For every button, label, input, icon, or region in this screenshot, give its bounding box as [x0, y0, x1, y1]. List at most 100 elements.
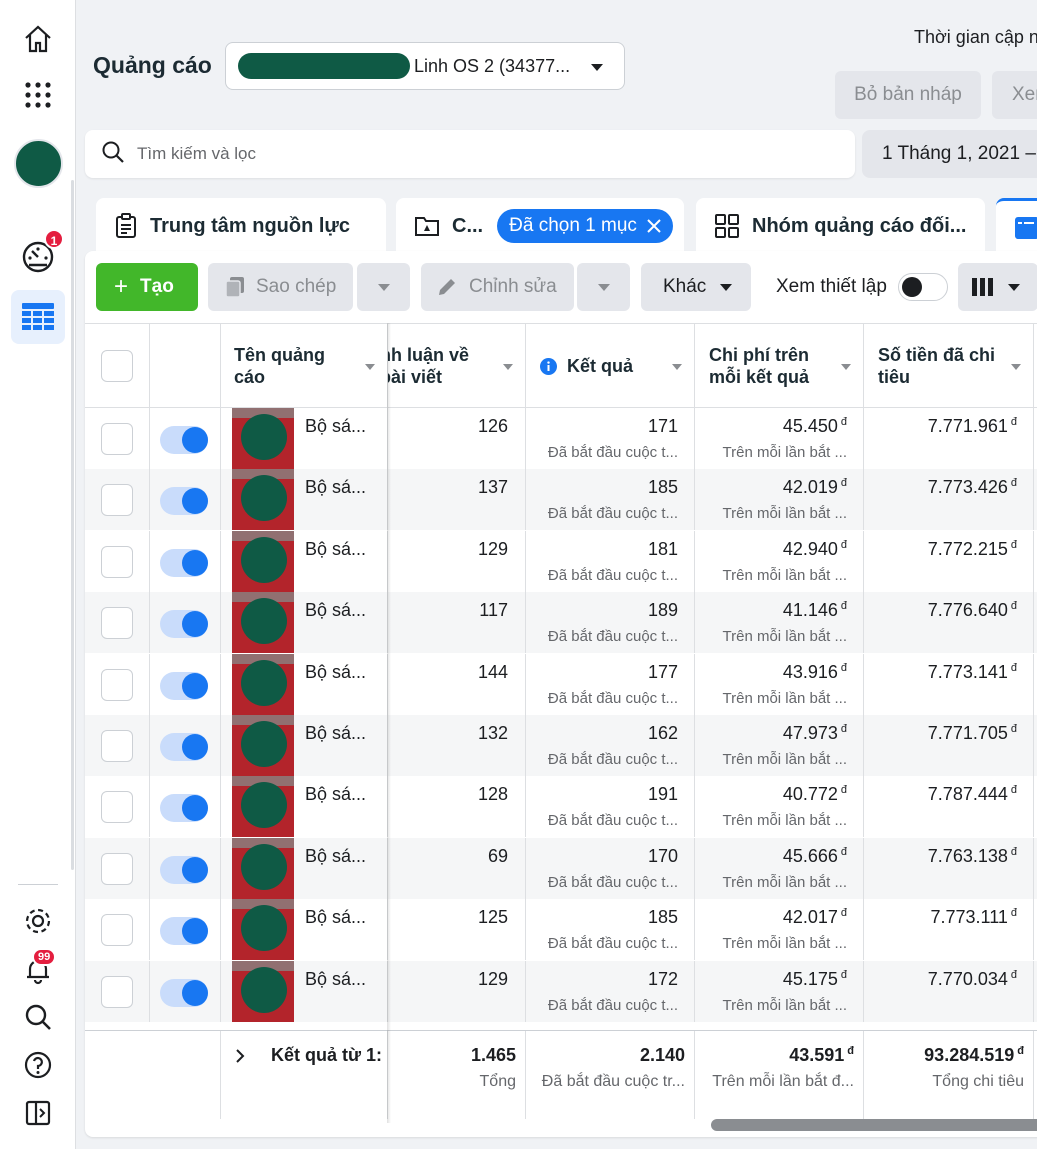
row-checkbox[interactable] [101, 975, 133, 1008]
ad-name[interactable]: Bộ sá... [305, 907, 366, 928]
ad-name-cell[interactable]: Bộ sá... [221, 469, 388, 531]
edit-dropdown-button[interactable] [577, 263, 630, 311]
tab-campaigns[interactable]: C... Đã chọn 1 mục [396, 198, 684, 254]
row-checkbox[interactable] [101, 852, 133, 885]
ad-status-toggle[interactable] [160, 671, 208, 700]
columns-button[interactable] [958, 263, 1037, 311]
summary-comments-sub: Tổng [479, 1073, 516, 1090]
ad-name[interactable]: Bộ sá... [305, 723, 366, 744]
table-row[interactable]: Bộ sá... 128 191 Đã bắt đầu cuộc t... 40.772… [85, 776, 1037, 838]
chevron-right-icon[interactable] [235, 1049, 245, 1063]
help-question-icon[interactable] [11, 1038, 65, 1092]
view-setup-toggle[interactable] [897, 273, 948, 301]
ad-status-toggle[interactable] [160, 733, 208, 761]
cost-per-result-subtext: Trên mỗi lần bắt ... [722, 566, 848, 584]
ad-status-toggle[interactable] [160, 610, 208, 639]
ad-name-cell[interactable]: Bộ sá... [221, 715, 388, 776]
ad-status-toggle[interactable] [160, 487, 208, 516]
results-value: 177 [647, 661, 678, 682]
table-row[interactable]: Bộ sá... 125 185 Đã bắt đầu cuộc t... 42.017… [85, 899, 1037, 961]
cost-per-result-subtext: Trên mỗi lần bắt ... [722, 812, 848, 830]
column-header-comments[interactable]: nh luận về bài viết [388, 324, 526, 408]
ad-name-cell[interactable]: Bộ sá... [221, 408, 388, 469]
tab-ads[interactable] [996, 198, 1037, 254]
row-select-cell [85, 776, 150, 838]
rail-scrollbar[interactable] [71, 180, 74, 870]
search-icon[interactable] [11, 990, 65, 1044]
ad-name-cell[interactable]: Bộ sá... [221, 837, 388, 899]
info-icon[interactable] [540, 357, 557, 375]
table-row[interactable]: Bộ sá... 126 171 Đã bắt đầu cuộc t... 45.450… [85, 408, 1037, 469]
table-row[interactable]: Bộ sá... 132 162 Đã bắt đầu cuộc t... 47.973… [85, 715, 1037, 776]
ad-name-cell[interactable]: Bộ sá... [221, 899, 388, 961]
duplicate-dropdown-button[interactable] [357, 263, 410, 311]
selected-items-chip[interactable]: Đã chọn 1 mục [497, 209, 673, 243]
chevron-down-icon [1008, 283, 1020, 291]
account-avatar[interactable] [14, 139, 63, 188]
home-icon[interactable] [11, 12, 65, 66]
duplicate-button[interactable]: Sao chép [208, 263, 353, 311]
tab-adsets[interactable]: Nhóm quảng cáo đối... [696, 198, 985, 254]
ad-name-cell[interactable]: Bộ sá... [221, 960, 388, 1022]
ad-status-toggle[interactable] [160, 917, 208, 946]
rail-divider [18, 884, 58, 885]
search-input[interactable] [137, 144, 737, 164]
ad-name-cell[interactable]: Bộ sá... [221, 653, 388, 715]
ad-name[interactable]: Bộ sá... [305, 600, 366, 621]
ad-name-cell[interactable]: Bộ sá... [221, 530, 388, 592]
column-header-cost-per-result[interactable]: Chi phí trên mỗi kết quả [695, 324, 864, 408]
date-range-picker[interactable]: 1 Tháng 1, 2021 – [862, 130, 1037, 178]
ad-name[interactable]: Bộ sá... [305, 969, 366, 990]
settings-gear-icon[interactable] [11, 894, 65, 948]
ad-account-selector[interactable]: Linh OS 2 (34377... [225, 42, 625, 90]
clear-selection-close-icon[interactable] [647, 219, 661, 233]
select-all-checkbox[interactable] [101, 350, 133, 382]
amount-spent-cell: 7.773.426 đ [864, 469, 1034, 531]
row-checkbox[interactable] [101, 484, 133, 517]
ads-manager-table-icon[interactable] [11, 290, 65, 344]
summary-label-cell[interactable]: Kết quả từ 1: [221, 1031, 388, 1119]
ad-status-toggle[interactable] [160, 548, 208, 577]
side-panel-toggle-icon[interactable] [11, 1086, 65, 1140]
column-header-results[interactable]: Kết quả [526, 324, 695, 408]
row-checkbox[interactable] [101, 607, 133, 640]
horizontal-scrollbar[interactable] [711, 1119, 1037, 1131]
row-checkbox[interactable] [101, 423, 133, 455]
row-checkbox[interactable] [101, 545, 133, 578]
ad-name-cell[interactable]: Bộ sá... [221, 776, 388, 838]
ad-name-cell[interactable]: Bộ sá... [221, 592, 388, 654]
ad-name[interactable]: Bộ sá... [305, 416, 366, 437]
row-checkbox[interactable] [101, 791, 133, 824]
table-row[interactable]: Bộ sá... 137 185 Đã bắt đầu cuộc t... 42.019… [85, 469, 1037, 531]
ad-name[interactable]: Bộ sá... [305, 477, 366, 498]
ad-name[interactable]: Bộ sá... [305, 784, 366, 805]
tab-resource-center[interactable]: Trung tâm nguồn lực [96, 198, 386, 254]
edit-button[interactable]: Chỉnh sửa [421, 263, 574, 311]
ad-status-toggle[interactable] [160, 794, 208, 823]
all-tools-grid-icon[interactable] [11, 68, 65, 122]
column-header-amount-spent[interactable]: Số tiền đã chi tiêu [864, 324, 1034, 408]
more-actions-button[interactable]: Khác [641, 263, 751, 311]
create-button[interactable]: + Tạo [96, 263, 198, 311]
table-row[interactable]: Bộ sá... 69 170 Đã bắt đầu cuộc t... 45.666 đ… [85, 837, 1037, 899]
table-summary-row: Kết quả từ 1: 1.465 Tổng 2.140 Đã bắt đầ… [85, 1030, 1037, 1119]
row-checkbox[interactable] [101, 914, 133, 947]
row-checkbox[interactable] [101, 668, 133, 701]
table-row[interactable]: Bộ sá... 129 181 Đã bắt đầu cuộc t... 42.940… [85, 530, 1037, 592]
row-checkbox[interactable] [101, 730, 133, 762]
table-row[interactable]: Bộ sá... 117 189 Đã bắt đầu cuộc t... 41.146… [85, 592, 1037, 654]
discard-drafts-button[interactable]: Bỏ bản nháp [835, 71, 981, 119]
ad-status-toggle[interactable] [160, 426, 208, 454]
review-publish-button[interactable]: Xem [992, 71, 1037, 119]
search-filter-bar[interactable] [85, 130, 855, 178]
ad-name[interactable]: Bộ sá... [305, 539, 366, 560]
ad-name[interactable]: Bộ sá... [305, 662, 366, 683]
ad-status-toggle[interactable] [160, 978, 208, 1007]
column-header-name[interactable]: Tên quảng cáo [221, 324, 388, 408]
table-row[interactable]: Bộ sá... 144 177 Đã bắt đầu cuộc t... 43.916… [85, 653, 1037, 715]
sort-caret-icon [365, 364, 375, 370]
ad-name[interactable]: Bộ sá... [305, 846, 366, 867]
ad-status-toggle[interactable] [160, 855, 208, 884]
sort-caret-icon [841, 364, 851, 370]
table-row[interactable]: Bộ sá... 129 172 Đã bắt đầu cuộc t... 45.175… [85, 960, 1037, 1022]
